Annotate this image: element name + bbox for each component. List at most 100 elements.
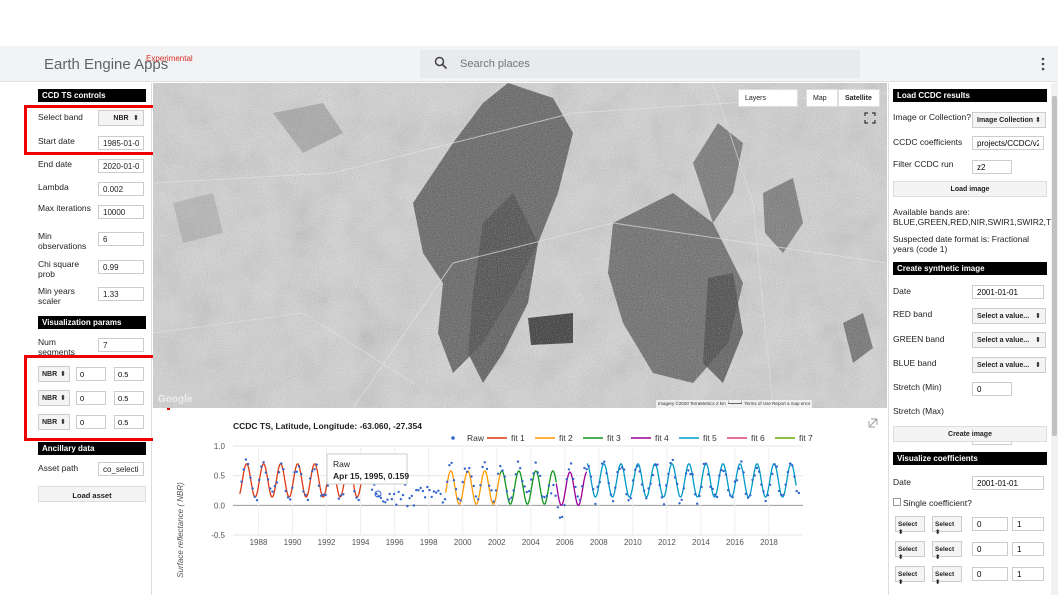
ccdc-coefficients-label: CCDC coefficients [893,137,963,147]
green-band-select[interactable]: Select a value... ⬍ [972,332,1046,348]
red-band-select[interactable]: Select a value... ⬍ [972,308,1046,324]
raw-data-point [669,461,672,465]
raw-data-point [446,480,449,483]
load-asset-button[interactable]: Load asset [38,486,146,502]
raw-data-point [744,492,747,495]
coef-min-input-3[interactable] [972,567,1008,581]
raw-data-point [443,498,447,501]
num-segments-label: Num segments [38,337,75,357]
blue-band-select[interactable]: Select a value... ⬍ [972,357,1046,373]
more-menu-icon[interactable] [1040,55,1046,73]
dropdown-arrow-icon: ⬍ [1035,362,1041,369]
stretch-min-input[interactable] [972,382,1012,396]
raw-data-point [249,476,252,479]
raw-data-point [678,502,681,505]
lambda-input[interactable] [98,182,144,196]
fullscreen-icon[interactable] [864,112,876,124]
min-years-label: Min years scaler [38,286,75,306]
search-box[interactable] [420,50,860,78]
min-years-input[interactable] [98,287,144,301]
raw-data-point [322,493,325,496]
raw-data-point [680,498,683,502]
raw-data-point [269,487,272,490]
coef-max-input-3[interactable] [1012,567,1044,581]
raw-data-point [324,493,327,497]
stretch-min-label: Stretch (Min) [893,382,942,392]
raw-data-point [492,500,495,503]
raw-data-point [623,468,626,471]
google-watermark: Google [158,394,193,405]
coef-date-input[interactable] [972,476,1044,490]
x-tick-label: 2014 [692,538,710,547]
coef-select-value: Select [935,521,955,528]
raw-data-point [496,472,500,475]
min-observations-label: Min observations [38,231,87,251]
coef-type-select-1[interactable]: Select ⬍ [932,516,962,536]
x-tick-label: 2004 [522,538,540,547]
max-iterations-input[interactable] [98,205,144,219]
search-input[interactable] [460,55,840,73]
coef-band-select-2[interactable]: Select ⬍ [895,541,925,561]
coef-min-input-1[interactable] [972,517,1008,531]
map-type-button[interactable]: Map [806,89,838,107]
chart-fit-lines [239,463,797,506]
image-or-collection-select[interactable]: Image Collection ⬍ [972,112,1046,128]
filter-ccdc-run-input[interactable] [972,160,1012,174]
x-tick-label: 1994 [352,538,370,547]
raw-data-point [667,472,670,476]
raw-data-point [777,489,781,493]
raw-data-point [450,461,453,465]
raw-data-point [538,474,542,478]
raw-data-point [755,466,759,470]
coef-band-select-1[interactable]: Select ⬍ [895,516,925,536]
coef-max-input-1[interactable] [1012,517,1044,531]
x-tick-label: 1990 [284,538,302,547]
raw-data-point [534,461,537,464]
raw-data-point [603,460,606,463]
raw-data-point [740,460,743,463]
x-tick-label: 2018 [760,538,778,547]
num-segments-input[interactable] [98,338,144,352]
min-observations-input[interactable] [98,232,144,246]
raw-data-point [742,471,745,474]
raw-data-point [766,494,770,497]
raw-data-point [532,472,535,475]
raw-data-point [786,470,790,474]
raw-data-point [576,495,579,498]
raw-data-point [724,473,728,476]
satellite-imagery [153,83,887,408]
raw-data-point [704,462,708,465]
ccdc-coefficients-input[interactable] [972,136,1044,150]
chi-square-label: Chi square prob [38,259,80,279]
raw-data-point [702,462,705,466]
single-coefficient-checkbox[interactable] [893,498,901,506]
chi-square-input[interactable] [98,260,144,274]
end-date-input[interactable] [98,159,144,173]
chart-export-icon[interactable] [868,418,878,428]
layers-button[interactable]: Layers [738,89,798,107]
raw-data-point [430,495,433,499]
stretch-max-label: Stretch (Max) [893,406,945,416]
coef-type-select-3[interactable]: Select ⬍ [932,566,962,586]
satellite-type-button[interactable]: Satellite [838,89,880,107]
date-format-text: Suspected date format is: Fractional yea… [893,234,1030,254]
coef-band-select-3[interactable]: Select ⬍ [895,566,925,586]
coef-select-value: Select [935,571,955,578]
experimental-badge: Experimental [146,54,193,63]
raw-data-point [676,482,679,486]
scrollbar-thumb[interactable] [1052,96,1057,436]
asset-path-input[interactable] [98,462,144,476]
create-image-button[interactable]: Create image [893,426,1047,442]
time-series-chart[interactable]: 1.0 0.5 0.0 -0.5 1988 1990 1992 1994 1996 1998 200… [153,410,887,595]
coef-min-input-2[interactable] [972,542,1008,556]
synthetic-date-input[interactable] [972,285,1044,299]
coef-max-input-2[interactable] [1012,542,1044,556]
raw-data-point [645,497,648,500]
map-view[interactable] [153,83,887,408]
coef-type-select-2[interactable]: Select ⬍ [932,541,962,561]
fit-line [555,471,588,506]
raw-data-point [691,473,694,476]
x-tick-label: 2006 [556,538,574,547]
raw-data-point [760,483,763,486]
load-image-button[interactable]: Load image [893,181,1047,197]
